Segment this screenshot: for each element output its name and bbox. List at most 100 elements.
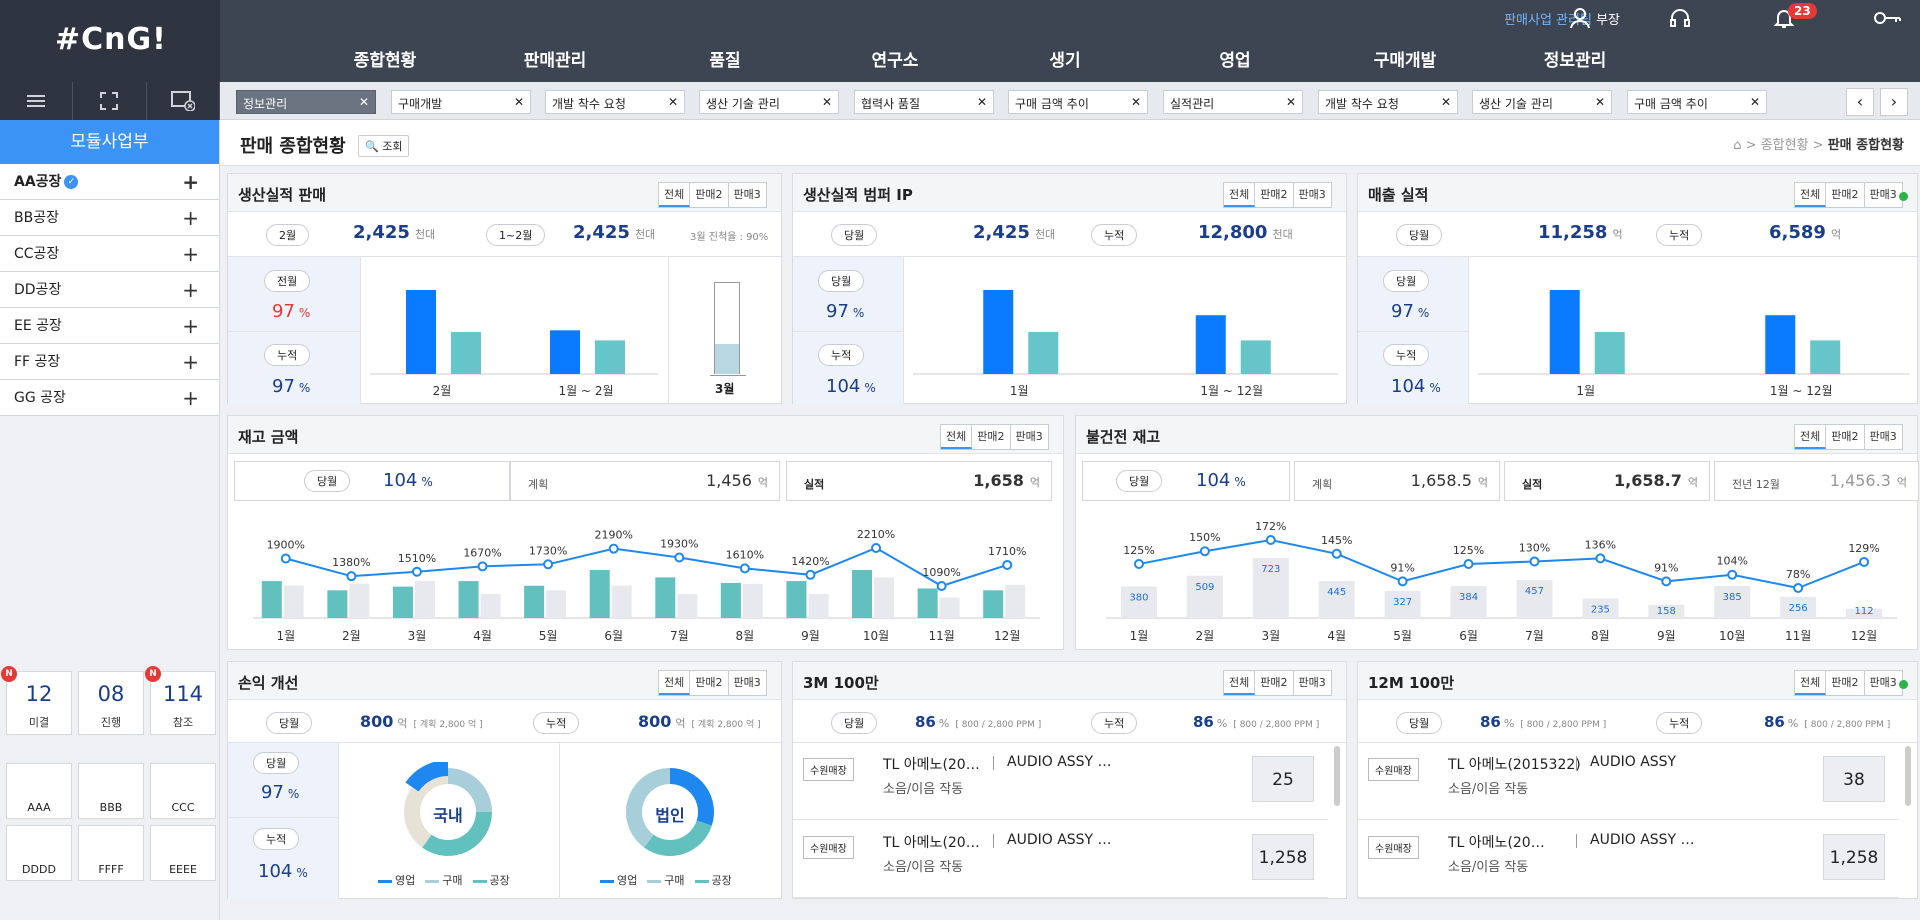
segment-option[interactable]: 전체	[1224, 183, 1256, 207]
close-icon[interactable]: ✕	[977, 95, 987, 109]
menu-toggle[interactable]	[0, 82, 74, 120]
close-icon[interactable]: ✕	[668, 95, 678, 109]
segment-option[interactable]: 전체	[1795, 183, 1827, 207]
key-icon[interactable]	[1872, 6, 1902, 30]
tab-item[interactable]: 정보관리 ✕	[236, 90, 376, 114]
period-pill[interactable]: 당월	[1116, 470, 1163, 492]
expand-plus-icon[interactable]: +	[182, 200, 199, 236]
sidebar-item-plant[interactable]: GG 공장 +	[0, 380, 219, 416]
stat-box[interactable]: 08 진행	[78, 671, 144, 735]
close-icon[interactable]: ✕	[514, 95, 524, 109]
tab-item[interactable]: 생산 기술 관리 ✕	[1472, 90, 1612, 114]
home-icon[interactable]: ⌂	[1733, 138, 1741, 153]
app-shortcut[interactable]: BBB	[78, 763, 144, 819]
segment-option[interactable]: 판매2	[690, 671, 729, 695]
menu-item[interactable]: 구매개발	[1320, 46, 1490, 74]
fullscreen-button[interactable]	[73, 82, 147, 120]
edit-report-icon[interactable]	[753, 672, 771, 690]
period-pill[interactable]: 누적	[264, 344, 311, 366]
close-icon[interactable]: ✕	[359, 95, 369, 109]
period-pill[interactable]: 누적	[533, 712, 580, 734]
sidebar-item-plant[interactable]: FF 공장 +	[0, 344, 219, 380]
expand-plus-icon[interactable]: +	[182, 164, 199, 200]
menu-item[interactable]: 판매관리	[470, 46, 640, 74]
tab-item[interactable]: 실적관리 ✕	[1163, 90, 1303, 114]
segment-option[interactable]: 판매2	[1826, 671, 1865, 695]
tab-item[interactable]: 구매 금액 추이 ✕	[1627, 90, 1767, 114]
sidebar-item-plant[interactable]: CC공장 +	[0, 236, 219, 272]
sidebar-item-plant[interactable]: DD공장 +	[0, 272, 219, 308]
period-pill[interactable]: 당월	[1383, 270, 1430, 292]
stat-box[interactable]: 12 미결 N	[1, 666, 72, 735]
period-pill[interactable]: 당월	[1396, 712, 1443, 734]
expand-plus-icon[interactable]: +	[182, 380, 199, 416]
close-window-button[interactable]	[147, 82, 220, 120]
period-pill[interactable]: 누적	[818, 344, 865, 366]
tab-item[interactable]: 구매개발 ✕	[391, 90, 531, 114]
segment-option[interactable]: 전체	[941, 425, 973, 449]
segment-option[interactable]: 판매2	[972, 425, 1011, 449]
tab-prev-button[interactable]: ‹	[1846, 88, 1874, 116]
expand-plus-icon[interactable]: +	[182, 308, 199, 344]
tab-item[interactable]: 협력사 품질 ✕	[854, 90, 994, 114]
menu-item[interactable]: 종합현황	[300, 46, 470, 74]
period-pill[interactable]: 전월	[264, 270, 311, 292]
headset-icon[interactable]	[1668, 6, 1692, 30]
menu-item[interactable]: 연구소	[810, 46, 980, 74]
sidebar-item-plant[interactable]: BB공장 +	[0, 200, 219, 236]
edit-report-icon[interactable]	[1035, 426, 1053, 444]
period-pill[interactable]: 당월	[818, 270, 865, 292]
app-shortcut[interactable]: DDDD	[6, 825, 72, 881]
period-pill[interactable]: 누적	[1091, 224, 1138, 246]
segment-option[interactable]: 전체	[1795, 671, 1827, 695]
close-icon[interactable]: ✕	[1131, 95, 1141, 109]
edit-report-icon[interactable]	[753, 184, 771, 202]
period-pill[interactable]: 누적	[253, 828, 300, 850]
tab-next-button[interactable]: ›	[1880, 88, 1908, 116]
close-icon[interactable]: ✕	[1441, 95, 1451, 109]
segment-option[interactable]: 전체	[1224, 671, 1256, 695]
close-icon[interactable]: ✕	[1750, 95, 1760, 109]
close-icon[interactable]: ✕	[1286, 95, 1296, 109]
menu-item[interactable]: 생기	[980, 46, 1150, 74]
segment-option[interactable]: 판매2	[1255, 671, 1294, 695]
stat-box[interactable]: 114 참조 N	[145, 666, 216, 735]
segment-option[interactable]: 판매2	[1826, 425, 1865, 449]
expand-plus-icon[interactable]: +	[182, 236, 199, 272]
period-pill[interactable]: 당월	[253, 752, 300, 774]
close-icon[interactable]: ✕	[822, 95, 832, 109]
segment-option[interactable]: 판매2	[1255, 183, 1294, 207]
period-pill[interactable]: 당월	[1396, 224, 1443, 246]
search-button[interactable]: 🔍 조회	[358, 135, 410, 157]
close-icon[interactable]: ✕	[1595, 95, 1605, 109]
segment-option[interactable]: 전체	[659, 183, 691, 207]
segment-option[interactable]: 판매2	[690, 183, 729, 207]
tab-item[interactable]: 생산 기술 관리 ✕	[699, 90, 839, 114]
tab-item[interactable]: 개발 착수 요청 ✕	[545, 90, 685, 114]
expand-plus-icon[interactable]: +	[182, 344, 199, 380]
edit-report-icon[interactable]	[1318, 672, 1336, 690]
app-shortcut[interactable]: FFFF	[78, 825, 144, 881]
app-shortcut[interactable]: EEEE	[150, 825, 216, 881]
period-pill[interactable]: 누적	[1383, 344, 1430, 366]
scrollbar[interactable]	[1905, 746, 1911, 806]
app-logo[interactable]: #CnG!	[0, 0, 220, 82]
segment-option[interactable]: 전체	[659, 671, 691, 695]
period-pill[interactable]: 누적	[1656, 712, 1703, 734]
period-pill[interactable]: 1~2월	[486, 224, 546, 246]
period-pill[interactable]: 당월	[831, 224, 878, 246]
menu-item[interactable]: 영업	[1150, 46, 1320, 74]
tab-item[interactable]: 구매 금액 추이 ✕	[1008, 90, 1148, 114]
sidebar-item-plant[interactable]: EE 공장 +	[0, 308, 219, 344]
edit-report-icon[interactable]	[1889, 426, 1907, 444]
sidebar-item-plant[interactable]: AA공장 ✓ +	[0, 164, 219, 200]
menu-item[interactable]: 정보관리	[1490, 46, 1660, 74]
segment-option[interactable]: 판매2	[1826, 183, 1865, 207]
app-shortcut[interactable]: CCC	[150, 763, 216, 819]
app-shortcut[interactable]: AAA	[6, 763, 72, 819]
period-pill[interactable]: 당월	[831, 712, 878, 734]
period-pill[interactable]: 2월	[266, 224, 310, 246]
tab-item[interactable]: 개발 착수 요청 ✕	[1318, 90, 1458, 114]
menu-item[interactable]: 품질	[640, 46, 810, 74]
expand-plus-icon[interactable]: +	[182, 272, 199, 308]
